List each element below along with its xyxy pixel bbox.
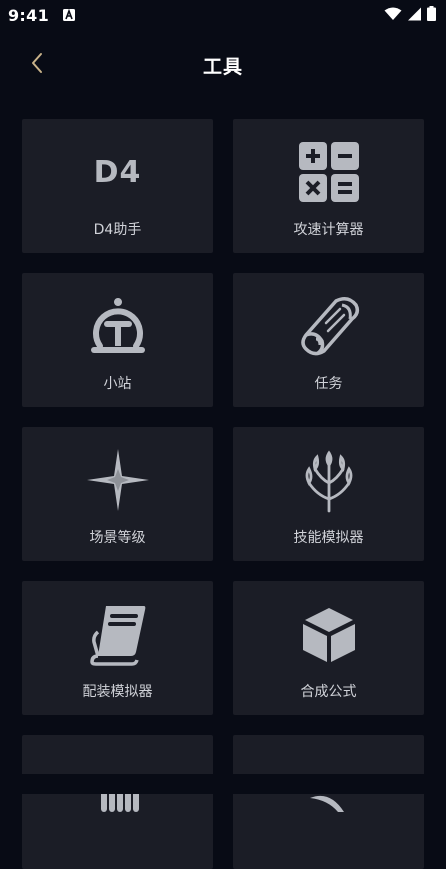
calculator-icon [294, 137, 364, 207]
tool-label: 场景等级 [89, 530, 146, 546]
tool-label: 合成公式 [300, 684, 357, 700]
tool-label: 配装模拟器 [82, 684, 153, 700]
d4-logo-text: D4 [93, 154, 142, 190]
status-right [384, 5, 436, 25]
tool-tile-attack-speed-calculator[interactable]: 攻速计算器 [233, 119, 424, 253]
wifi-icon [384, 6, 402, 25]
tool-tile-crafting-formula[interactable]: 合成公式 [233, 581, 424, 715]
signal-icon [407, 6, 422, 25]
tool-label: 小站 [103, 376, 132, 392]
tool-tile-partial-right[interactable] [233, 735, 424, 869]
book-icon [83, 599, 153, 669]
page-title: 工具 [202, 56, 243, 78]
battery-icon [427, 5, 436, 25]
tool-label: 技能模拟器 [293, 530, 364, 546]
scroll-icon [294, 291, 364, 361]
bottom-edge [0, 774, 446, 794]
d4-logo-icon: D4 [83, 137, 153, 207]
tool-tile-partial-left[interactable] [22, 735, 213, 869]
tools-grid: D4 D4助手 攻速计算器 小站 任务 场景等级 技能模拟器 配装模拟器 合成公… [22, 119, 424, 869]
tool-label: 任务 [314, 376, 343, 392]
status-left: 9:41 [8, 6, 75, 25]
tool-label: D4助手 [93, 222, 142, 238]
skill-tree-icon [294, 445, 364, 515]
tool-tile-d4-assistant[interactable]: D4 D4助手 [22, 119, 213, 253]
status-time: 9:41 [8, 5, 49, 25]
font-a-icon [63, 6, 75, 25]
header: 工具 [0, 42, 446, 86]
tool-tile-skill-simulator[interactable]: 技能模拟器 [233, 427, 424, 561]
sparkle-star-icon [83, 445, 153, 515]
tool-tile-build-simulator[interactable]: 配装模拟器 [22, 581, 213, 715]
tool-tile-scene-level[interactable]: 场景等级 [22, 427, 213, 561]
tool-label: 攻速计算器 [293, 222, 364, 238]
tool-tile-station[interactable]: 小站 [22, 273, 213, 407]
station-icon [83, 291, 153, 361]
status-bar: 9:41 [0, 0, 446, 30]
cube-icon [294, 599, 364, 669]
tool-tile-quests[interactable]: 任务 [233, 273, 424, 407]
